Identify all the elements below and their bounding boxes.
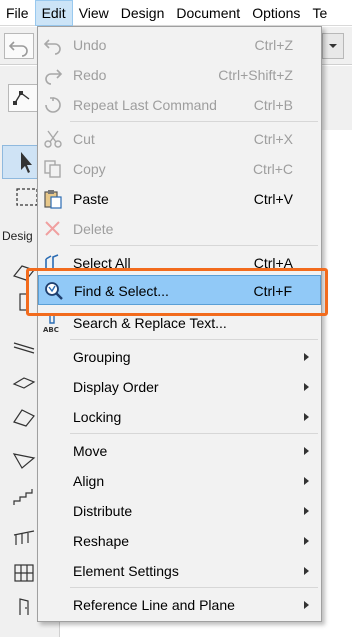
submenu-arrow-icon	[304, 567, 309, 575]
menu-item-copy[interactable]: Copy Ctrl+C	[38, 154, 321, 184]
submenu-arrow-icon	[304, 383, 309, 391]
menu-separator	[70, 339, 318, 340]
menu-item-label: Move	[73, 443, 108, 459]
menu-item-label: Delete	[73, 221, 114, 237]
menu-item-label: Undo	[73, 37, 107, 53]
redo-icon	[45, 69, 63, 85]
menu-item-label: Reshape	[73, 533, 130, 549]
chevron-down-icon	[329, 44, 337, 48]
menu-item-shortcut: Ctrl+X	[253, 131, 293, 147]
menu-item-label: Distribute	[73, 503, 133, 519]
menu-item-label: Display Order	[73, 379, 159, 395]
menu-item-shortcut: Ctrl+Shift+Z	[218, 67, 293, 83]
curtain-wall-tool-icon[interactable]	[12, 563, 36, 583]
stair-tool-icon[interactable]	[12, 487, 36, 507]
submenu-arrow-icon	[304, 353, 309, 361]
door-tool-icon[interactable]	[12, 597, 36, 617]
delete-x-icon	[45, 221, 60, 236]
svg-text:ABC: ABC	[43, 326, 59, 333]
menu-item-label: Element Settings	[73, 563, 179, 579]
menu-file[interactable]: File	[0, 0, 35, 26]
repeat-icon	[45, 97, 61, 113]
submenu-arrow-icon	[304, 413, 309, 421]
toolbox-design-label: Desig	[2, 229, 33, 243]
submenu-arrow-icon	[304, 447, 309, 455]
toolbar-dropdown[interactable]	[322, 33, 344, 59]
menu-bar: File Edit View Design Document Options T…	[0, 0, 352, 26]
railing-tool-icon[interactable]	[12, 527, 36, 547]
submenu-arrow-icon	[304, 477, 309, 485]
menu-item-reshape[interactable]: Reshape	[38, 526, 321, 556]
arrow-tool[interactable]	[2, 145, 42, 179]
undo-icon	[43, 39, 61, 55]
menu-edit[interactable]: Edit	[34, 0, 73, 26]
menu-item-label: Redo	[73, 67, 107, 83]
menu-item-reference-line-and-plane[interactable]: Reference Line and Plane	[38, 590, 321, 620]
menu-item-shortcut: Ctrl+V	[253, 191, 293, 207]
menu-item-label: Align	[73, 473, 105, 489]
menu-separator	[70, 245, 318, 246]
menu-separator	[70, 587, 318, 588]
menu-item-display-order[interactable]: Display Order	[38, 372, 321, 402]
menu-item-redo[interactable]: Redo Ctrl+Shift+Z	[38, 60, 321, 90]
roof-tool-icon[interactable]	[12, 408, 36, 428]
menu-item-label: Reference Line and Plane	[73, 597, 235, 613]
menu-options[interactable]: Options	[246, 0, 306, 26]
shell-tool-icon[interactable]	[12, 450, 36, 470]
slab-tool-icon[interactable]	[12, 372, 36, 392]
undo-toolbar-button[interactable]	[4, 33, 34, 59]
menu-document[interactable]: Document	[170, 0, 246, 26]
submenu-arrow-icon	[304, 537, 309, 545]
node-edit-icon	[13, 91, 30, 105]
menu-item-move[interactable]: Move	[38, 436, 321, 466]
menu-item-undo[interactable]: Undo Ctrl+Z	[38, 30, 321, 60]
menu-item-label: Repeat Last Command	[73, 97, 217, 113]
submenu-arrow-icon	[304, 601, 309, 609]
menu-item-shortcut: Ctrl+Z	[254, 37, 294, 53]
submenu-arrow-icon	[304, 507, 309, 515]
menu-view[interactable]: View	[73, 0, 115, 26]
copy-icon	[44, 160, 61, 178]
menu-design[interactable]: Design	[115, 0, 171, 26]
undo-icon	[8, 41, 28, 57]
highlight-callout	[26, 268, 328, 316]
arrow-cursor-icon	[21, 152, 32, 173]
menu-item-label: Copy	[73, 161, 106, 177]
paste-icon	[44, 190, 62, 209]
menu-item-label: Cut	[73, 131, 95, 147]
edit-menu: Undo Ctrl+Z Redo Ctrl+Shift+Z Repeat Las…	[37, 26, 322, 622]
search-replace-text-icon: ABC	[43, 314, 59, 333]
menu-item-paste[interactable]: Paste Ctrl+V	[38, 184, 321, 214]
menu-item-repeat-last-command[interactable]: Repeat Last Command Ctrl+B	[38, 90, 321, 120]
menu-item-element-settings[interactable]: Element Settings	[38, 556, 321, 586]
menu-item-distribute[interactable]: Distribute	[38, 496, 321, 526]
scissors-icon	[44, 130, 62, 148]
toolbar-tool-button[interactable]	[8, 84, 38, 112]
menu-item-grouping[interactable]: Grouping	[38, 342, 321, 372]
beam-tool-icon[interactable]	[12, 335, 36, 355]
menu-separator	[70, 433, 318, 434]
menu-item-label: Paste	[73, 191, 109, 207]
menu-item-cut[interactable]: Cut Ctrl+X	[38, 124, 321, 154]
menu-item-shortcut: Ctrl+C	[252, 161, 293, 177]
menu-item-shortcut: Ctrl+B	[253, 97, 293, 113]
menu-teamwork[interactable]: Te	[306, 0, 333, 26]
menu-item-label: Grouping	[73, 349, 131, 365]
menu-item-align[interactable]: Align	[38, 466, 321, 496]
menu-item-locking[interactable]: Locking	[38, 402, 321, 432]
menu-item-delete[interactable]: Delete	[38, 214, 321, 244]
menu-separator	[70, 121, 318, 122]
menu-item-label: Locking	[73, 409, 122, 425]
